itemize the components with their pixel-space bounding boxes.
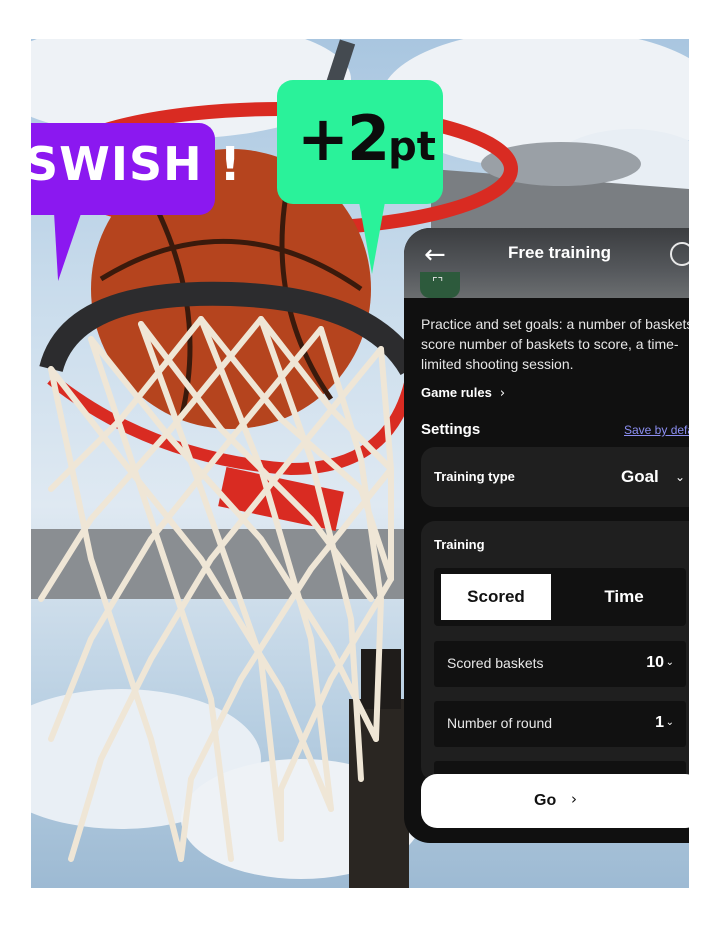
training-mode-toggle: Scored Time [434, 568, 686, 626]
go-label: Go [534, 792, 557, 809]
settings-heading: Settings [421, 421, 481, 438]
app-header: ← Free training ⌜⌝ [404, 228, 689, 298]
scored-baskets-label: Scored baskets [447, 655, 544, 671]
points-bubble: +2pt [277, 80, 443, 274]
expand-icon: ⌜⌝ [432, 275, 444, 289]
chevron-down-icon: ⌄ [675, 470, 686, 484]
intro-line: Practice and set goals: a number of bask… [421, 316, 689, 332]
game-rules-label: Game rules [421, 385, 492, 400]
tab-time[interactable]: Time [569, 574, 679, 620]
scored-baskets-value: 10 [646, 654, 664, 671]
points-unit: pt [388, 124, 436, 170]
intro-line: score number of baskets to score, a time… [421, 336, 679, 352]
app-screen: ← Free training ⌜⌝ Practice and set goal… [404, 228, 689, 843]
number-of-round-select[interactable]: Number of round 1 ⌄ [434, 701, 686, 747]
training-label: Training [434, 537, 485, 552]
swish-bubble: SWISH ! [25, 123, 241, 281]
points-main: +2 [297, 102, 390, 175]
tab-scored[interactable]: Scored [441, 574, 551, 620]
chevron-right-icon: › [571, 790, 577, 808]
training-card: Training Scored Time Scored baskets 10 ⌄… [421, 521, 689, 781]
intro-line: limited shooting session. [421, 356, 574, 372]
training-type-value: Goal [621, 467, 659, 486]
page-title: Free training [508, 243, 611, 262]
chevron-down-icon: ⌄ [665, 657, 674, 668]
chevron-right-icon: › [499, 386, 506, 401]
points-text: +2pt [297, 108, 436, 170]
swish-text: SWISH ! [25, 137, 242, 191]
game-rules-link[interactable]: Game rules › [421, 386, 505, 400]
user-face-icon[interactable] [670, 242, 689, 266]
training-type-label: Training type [434, 469, 515, 484]
chevron-down-icon: ⌄ [665, 717, 674, 728]
training-type-select[interactable]: Training type Goal ⌄ [421, 447, 689, 507]
intro-text: Practice and set goals: a number of bask… [421, 314, 689, 374]
scored-baskets-select[interactable]: Scored baskets 10 ⌄ [434, 641, 686, 687]
number-of-round-label: Number of round [447, 715, 553, 731]
go-button[interactable]: Go › [421, 774, 689, 828]
number-of-round-value: 1 [655, 714, 664, 731]
points-bubble-tail [359, 202, 385, 274]
save-default-link[interactable]: Save by default [624, 424, 689, 436]
